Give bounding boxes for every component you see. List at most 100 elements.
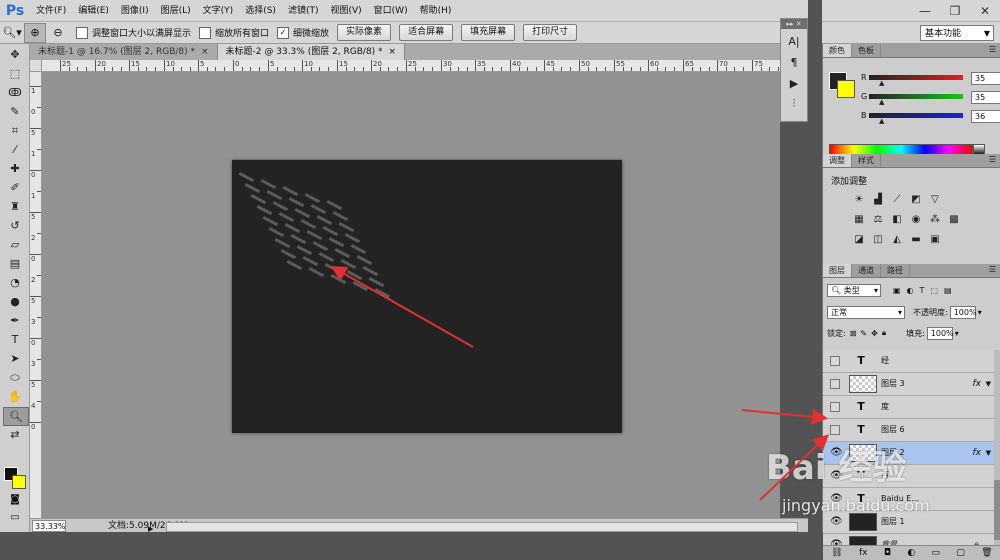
- tab-channels[interactable]: 通道: [852, 264, 881, 277]
- chevron-down-icon[interactable]: ▼: [986, 373, 991, 395]
- fill-field[interactable]: 100%: [926, 326, 954, 340]
- slider-thumb-icon[interactable]: ▲: [879, 80, 884, 87]
- curves-icon[interactable]: ⟋: [889, 192, 905, 206]
- tab-adjustments[interactable]: 调整: [823, 154, 852, 167]
- document-tab[interactable]: 未标题-1 @ 16.7% (图层 2, RGB/8) * ×: [30, 44, 218, 60]
- dodge-tool-icon[interactable]: ●: [3, 293, 27, 310]
- threshold-icon[interactable]: ◭: [889, 232, 905, 246]
- color-balance-icon[interactable]: ⚖: [870, 212, 886, 226]
- visibility-toggle[interactable]: [830, 379, 840, 389]
- selective-color-icon[interactable]: ▣: [927, 232, 943, 246]
- filter-shape-icon[interactable]: ⬚: [930, 286, 938, 295]
- visibility-toggle[interactable]: [830, 402, 840, 412]
- visibility-toggle[interactable]: [830, 356, 840, 366]
- lock-transparent-icon[interactable]: ⊠: [850, 329, 857, 338]
- menu-item[interactable]: 图像(I): [115, 0, 155, 22]
- document-canvas[interactable]: [232, 160, 622, 433]
- color-channel-value[interactable]: 36: [971, 110, 1000, 123]
- opacity-field[interactable]: 100%: [949, 305, 977, 319]
- move-tool-icon[interactable]: ✥: [3, 46, 27, 63]
- crop-tool-icon[interactable]: ⌗: [3, 122, 27, 139]
- filter-pixel-icon[interactable]: ▣: [893, 286, 901, 295]
- hand-tool-icon[interactable]: ✋: [3, 388, 27, 405]
- zoom-option-button[interactable]: 打印尺寸: [523, 24, 578, 41]
- zoom-in-icon[interactable]: ⊕: [24, 22, 46, 43]
- levels-icon[interactable]: ▟: [870, 192, 886, 206]
- status-menu-icon[interactable]: ▶: [148, 522, 153, 536]
- delete-layer-icon[interactable]: 🗑︎: [981, 548, 992, 558]
- collapse-panels-icon[interactable]: ▸▸ ✕: [781, 19, 807, 29]
- eyedropper-tool-icon[interactable]: ⁄: [3, 141, 27, 158]
- menu-item[interactable]: 文件(F): [30, 0, 72, 22]
- background-color-swatch[interactable]: [12, 475, 26, 489]
- tab-color[interactable]: 颜色: [823, 44, 852, 57]
- add-mask-icon[interactable]: ◘: [884, 548, 891, 558]
- layer-effects-icon[interactable]: fx: [973, 373, 982, 395]
- option-checkbox[interactable]: 调整窗口大小以满屏显示: [76, 26, 191, 39]
- checkbox-box[interactable]: [76, 26, 88, 39]
- zoom-option-button[interactable]: 填充屏幕: [461, 24, 516, 41]
- zoom-option-button[interactable]: 适合屏幕: [399, 24, 454, 41]
- quick-mask-icon[interactable]: ◙: [6, 494, 24, 508]
- actions-panel-icon[interactable]: ▶: [784, 74, 804, 92]
- screen-mode-icon[interactable]: ▭: [6, 512, 24, 526]
- gradient-tool-icon[interactable]: ▤: [3, 255, 27, 272]
- type-tool-icon[interactable]: T: [3, 331, 27, 348]
- checkmark-icon[interactable]: ✓: [277, 26, 290, 39]
- restore-icon[interactable]: ❐: [940, 0, 970, 22]
- menu-item[interactable]: 编辑(E): [72, 0, 115, 22]
- vibrance-icon[interactable]: ▽: [927, 192, 943, 206]
- properties-panel-icon[interactable]: ⫶: [784, 95, 804, 113]
- filter-smart-icon[interactable]: ▤: [944, 286, 952, 295]
- link-layers-icon[interactable]: ⛓: [831, 548, 842, 558]
- visibility-toggle[interactable]: [830, 425, 840, 435]
- zoom-field[interactable]: 33.33%: [32, 520, 66, 532]
- vertical-ruler[interactable]: 10510152025303540: [30, 72, 42, 518]
- option-checkbox[interactable]: ✓ 细微缩放: [277, 26, 329, 39]
- panel-menu-icon[interactable]: ☰: [989, 265, 996, 274]
- add-style-icon[interactable]: fx: [859, 548, 868, 558]
- panel-menu-icon[interactable]: ☰: [989, 155, 996, 164]
- canvas-area[interactable]: [42, 72, 780, 518]
- color-lookup-icon[interactable]: ▩: [946, 212, 962, 226]
- marquee-tool-icon[interactable]: ⬚: [3, 65, 27, 82]
- layer-name[interactable]: 经: [881, 350, 889, 372]
- horizontal-ruler[interactable]: 25 20 15 10 5 0 5 10 15 20 25 30 35 40 45 50 55 60 65 70 75: [42, 60, 780, 72]
- lasso-tool-icon[interactable]: ↂ: [3, 84, 27, 101]
- blur-tool-icon[interactable]: ◔: [3, 274, 27, 291]
- layer-name[interactable]: 度: [881, 396, 889, 418]
- black-white-icon[interactable]: ◧: [889, 212, 905, 226]
- layer-name[interactable]: 图层 3: [881, 373, 905, 395]
- option-checkbox[interactable]: 缩放所有窗口: [199, 26, 269, 39]
- brightness-icon[interactable]: ☀: [851, 192, 867, 206]
- layer-row[interactable]: 图层 3 fx ▼: [823, 373, 995, 396]
- new-layer-icon[interactable]: ▢: [956, 548, 965, 558]
- new-adjustment-icon[interactable]: ◐: [907, 548, 915, 558]
- brush-tool-icon[interactable]: ✐: [3, 179, 27, 196]
- history-brush-tool-icon[interactable]: ↺: [3, 217, 27, 234]
- photo-filter-icon[interactable]: ◉: [908, 212, 924, 226]
- ruler-corner[interactable]: [30, 60, 42, 72]
- tab-paths[interactable]: 路径: [881, 264, 910, 277]
- menu-item[interactable]: 图层(L): [155, 0, 197, 22]
- new-group-icon[interactable]: ▭: [932, 548, 941, 558]
- chevron-down-icon[interactable]: ▾: [978, 308, 982, 317]
- color-panel-background-swatch[interactable]: [837, 80, 855, 98]
- path-select-tool-icon[interactable]: ➤: [3, 350, 27, 367]
- character-panel-icon[interactable]: A|: [784, 32, 804, 50]
- filter-adjust-icon[interactable]: ◐: [907, 286, 914, 295]
- paragraph-panel-icon[interactable]: ¶: [784, 53, 804, 71]
- menu-item[interactable]: 选择(S): [239, 0, 282, 22]
- zoom-out-icon[interactable]: ⊖: [48, 24, 68, 42]
- workspace-select[interactable]: 基本功能 ▼: [920, 25, 994, 41]
- swap-colors-icon[interactable]: ⇄: [3, 428, 27, 441]
- close-icon[interactable]: ✕: [970, 0, 1000, 22]
- blend-mode-select[interactable]: 正常 ▾: [827, 305, 905, 319]
- gradient-map-icon[interactable]: ▬: [908, 232, 924, 246]
- layer-row[interactable]: T经: [823, 350, 995, 373]
- shape-tool-icon[interactable]: ⬭: [3, 369, 27, 386]
- exposure-icon[interactable]: ◩: [908, 192, 924, 206]
- minimize-icon[interactable]: —: [910, 0, 940, 22]
- posterize-icon[interactable]: ◫: [870, 232, 886, 246]
- layer-row[interactable]: T 图层 6: [823, 419, 995, 442]
